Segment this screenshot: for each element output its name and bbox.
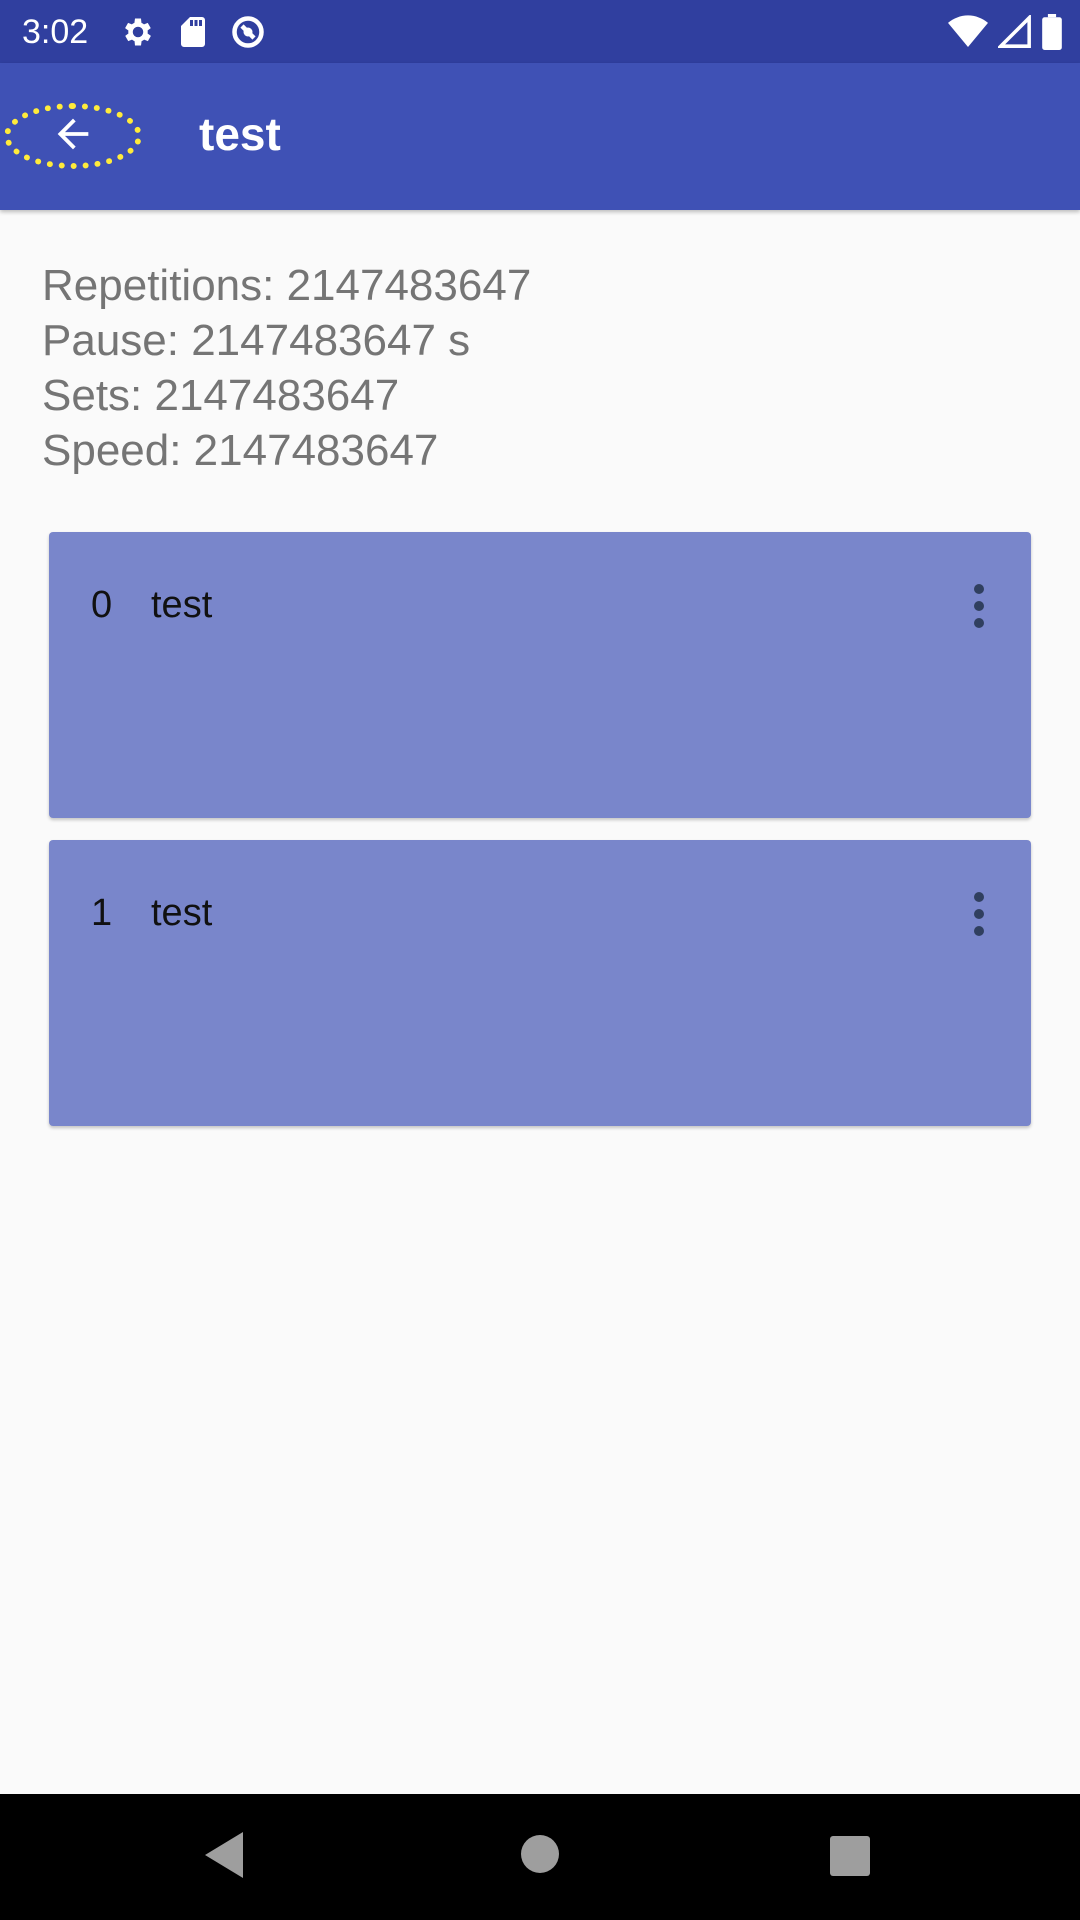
home-circle-icon[interactable] xyxy=(520,1834,560,1879)
page-title: test xyxy=(199,108,281,160)
exercise-card[interactable]: 1 test xyxy=(49,840,1031,1126)
card-index: 0 xyxy=(91,584,113,626)
recents-square-icon[interactable] xyxy=(830,1836,870,1881)
signal-icon xyxy=(998,15,1032,49)
arrow-back-icon xyxy=(50,111,96,162)
repetitions-text: Repetitions: 2147483647 xyxy=(42,261,532,310)
more-vert-icon[interactable] xyxy=(967,576,991,636)
status-time: 3:02 xyxy=(22,13,89,51)
navigation-bar xyxy=(0,1794,1080,1920)
pause-text: Pause: 2147483647 s xyxy=(42,316,471,365)
back-button[interactable] xyxy=(4,103,142,169)
exercise-card[interactable]: 0 test xyxy=(49,532,1031,818)
app-bar: test xyxy=(0,63,1080,210)
workout-info: Repetitions: 2147483647 Pause: 214748364… xyxy=(42,258,531,478)
do-not-disturb-icon xyxy=(230,14,266,50)
speed-text: Speed: 2147483647 xyxy=(42,426,439,475)
sd-card-icon xyxy=(178,14,208,50)
battery-icon xyxy=(1042,14,1062,50)
sets-text: Sets: 2147483647 xyxy=(42,371,400,420)
card-index: 1 xyxy=(91,892,113,934)
status-bar: 3:02 xyxy=(0,0,1080,63)
status-icons-left xyxy=(120,14,266,50)
back-triangle-icon[interactable] xyxy=(205,1832,245,1883)
wifi-icon xyxy=(948,15,988,49)
more-vert-icon[interactable] xyxy=(967,884,991,944)
gear-icon xyxy=(120,14,156,50)
status-icons-right xyxy=(948,12,1062,52)
card-name: test xyxy=(151,892,213,934)
card-name: test xyxy=(151,584,213,626)
